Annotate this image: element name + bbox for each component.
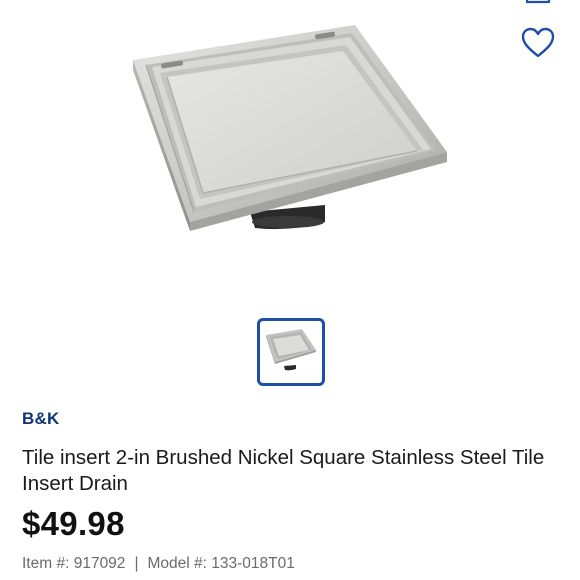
- product-main-image[interactable]: [0, 0, 580, 300]
- product-page: B&K Tile insert 2-in Brushed Nickel Squa…: [0, 0, 580, 580]
- brand-link[interactable]: B&K: [22, 409, 59, 429]
- model-number-value: 133-018T01: [211, 555, 295, 572]
- share-icon[interactable]: [524, 0, 552, 6]
- item-model-info: Item #: 917092 | Model #: 133-018T01: [22, 555, 295, 573]
- item-number-value: 917092: [73, 555, 126, 572]
- drain-photo: [133, 25, 447, 231]
- heart-outline-icon[interactable]: [520, 26, 556, 60]
- thumbnail-image-1[interactable]: [257, 318, 325, 386]
- meta-separator: |: [134, 555, 139, 572]
- drain-thumbnail: [266, 329, 316, 371]
- item-number-label: Item #:: [22, 555, 70, 572]
- product-price: $49.98: [22, 505, 125, 542]
- model-number-label: Model #:: [147, 555, 207, 572]
- product-title: Tile insert 2-in Brushed Nickel Square S…: [22, 446, 545, 495]
